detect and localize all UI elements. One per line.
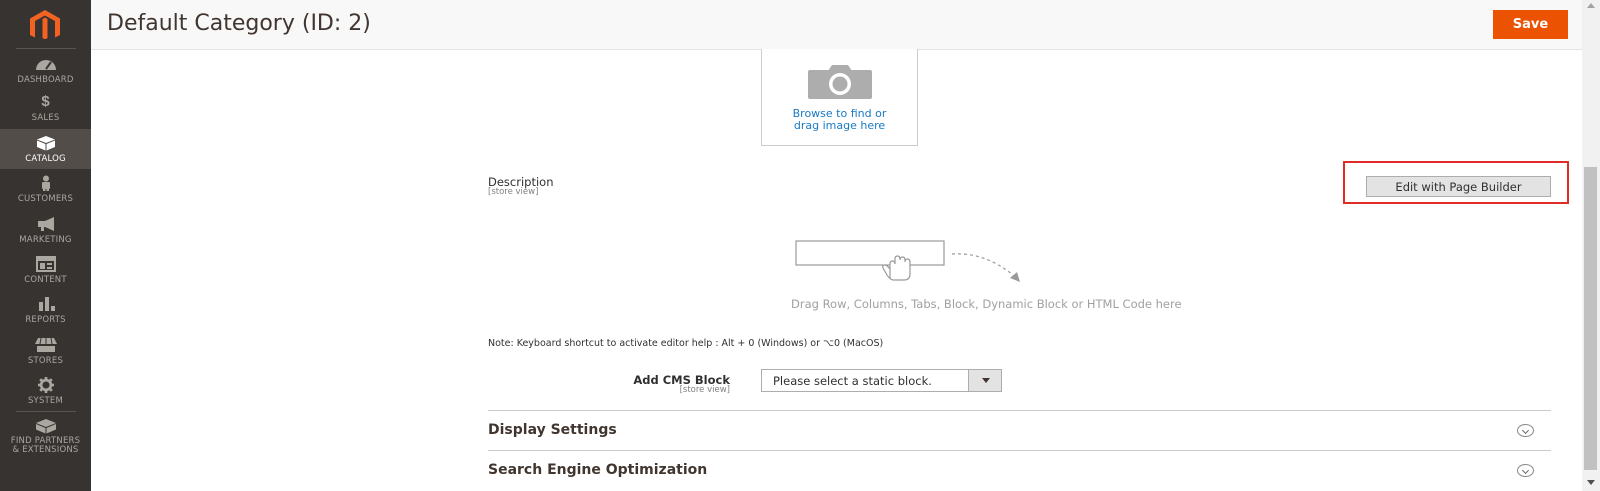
image-upload-dropzone[interactable]: Browse to find or drag image here [761, 49, 918, 146]
admin-sidebar: DASHBOARD $ SALES CATALOG CUSTOMERS MARK… [0, 0, 91, 491]
dollar-icon: $ [41, 93, 50, 110]
cms-block-scope: [store view] [679, 385, 730, 395]
section-search-engine-optimization[interactable]: Search Engine Optimization [488, 450, 1551, 490]
sidebar-item-customers[interactable]: CUSTOMERS [0, 175, 91, 205]
sidebar-item-label: SYSTEM [27, 396, 64, 406]
dashboard-icon [35, 60, 56, 70]
chevron-down-icon[interactable] [1517, 464, 1534, 477]
scroll-down-icon[interactable] [1587, 480, 1595, 485]
sidebar-item-marketing[interactable]: MARKETING [0, 216, 91, 246]
section-display-settings[interactable]: Display Settings [488, 410, 1551, 450]
chevron-down-icon[interactable] [1517, 424, 1534, 437]
sidebar-item-label: CONTENT [24, 275, 67, 285]
sidebar-item-stores[interactable]: STORES [0, 337, 91, 367]
sidebar-item-label: CATALOG [25, 154, 66, 164]
sidebar-item-label: REPORTS [25, 315, 66, 325]
browse-image-link[interactable]: Browse to find or drag image here [762, 108, 917, 132]
gear-icon [37, 377, 54, 393]
edit-with-page-builder-button[interactable]: Edit with Page Builder [1366, 176, 1551, 197]
section-title: Search Engine Optimization [488, 462, 708, 478]
cms-block-select[interactable]: Please select a static block. [761, 369, 1002, 392]
extensions-icon [35, 419, 56, 434]
sidebar-item-label: STORES [27, 356, 64, 366]
storefront-icon [34, 337, 57, 352]
sidebar-item-sales[interactable]: $ SALES [0, 94, 91, 124]
sidebar-item-label: SALES [31, 113, 60, 123]
cms-block-selected-value: Please select a static block. [773, 374, 932, 388]
person-icon [41, 175, 50, 191]
page-title: Default Category (ID: 2) [107, 11, 371, 36]
sidebar-item-system[interactable]: SYSTEM [0, 377, 91, 407]
sidebar-item-find-partners[interactable]: FIND PARTNERS & EXTENSIONS [0, 418, 91, 456]
sidebar-item-dashboard[interactable]: DASHBOARD [0, 56, 91, 86]
magento-logo-icon[interactable] [26, 9, 64, 39]
sidebar-item-label: MARKETING [19, 235, 72, 245]
sidebar-item-label: DASHBOARD [17, 75, 74, 85]
logo-divider [16, 48, 76, 49]
sidebar-item-catalog[interactable]: CATALOG [0, 129, 91, 169]
box-icon [36, 136, 55, 151]
sidebar-item-label: FIND PARTNERS & EXTENSIONS [0, 437, 91, 455]
sidebar-divider [16, 411, 76, 412]
save-button[interactable]: Save [1493, 10, 1568, 39]
page-header: Default Category (ID: 2) Save [91, 0, 1582, 50]
page-builder-drop-hint: Drag Row, Columns, Tabs, Block, Dynamic … [791, 297, 1182, 311]
layout-icon [35, 256, 56, 272]
sidebar-label-line-2: & EXTENSIONS [12, 445, 79, 455]
sidebar-item-label: CUSTOMERS [17, 194, 74, 204]
section-title: Display Settings [488, 422, 617, 438]
drag-drop-illustration-icon [795, 240, 1020, 282]
keyboard-shortcut-note: Note: Keyboard shortcut to activate edit… [488, 338, 884, 349]
bar-chart-icon [38, 297, 55, 311]
sidebar-item-content[interactable]: CONTENT [0, 256, 91, 286]
page-scrollbar[interactable] [1582, 0, 1600, 491]
scrollbar-thumb[interactable] [1584, 167, 1597, 470]
browse-text-line-2: drag image here [793, 119, 886, 132]
megaphone-icon [37, 217, 54, 231]
camera-icon [808, 65, 872, 99]
sidebar-item-reports[interactable]: REPORTS [0, 296, 91, 326]
description-scope: [store view] [488, 187, 539, 197]
scroll-up-icon[interactable] [1587, 3, 1595, 8]
chevron-down-icon[interactable] [968, 370, 1001, 391]
